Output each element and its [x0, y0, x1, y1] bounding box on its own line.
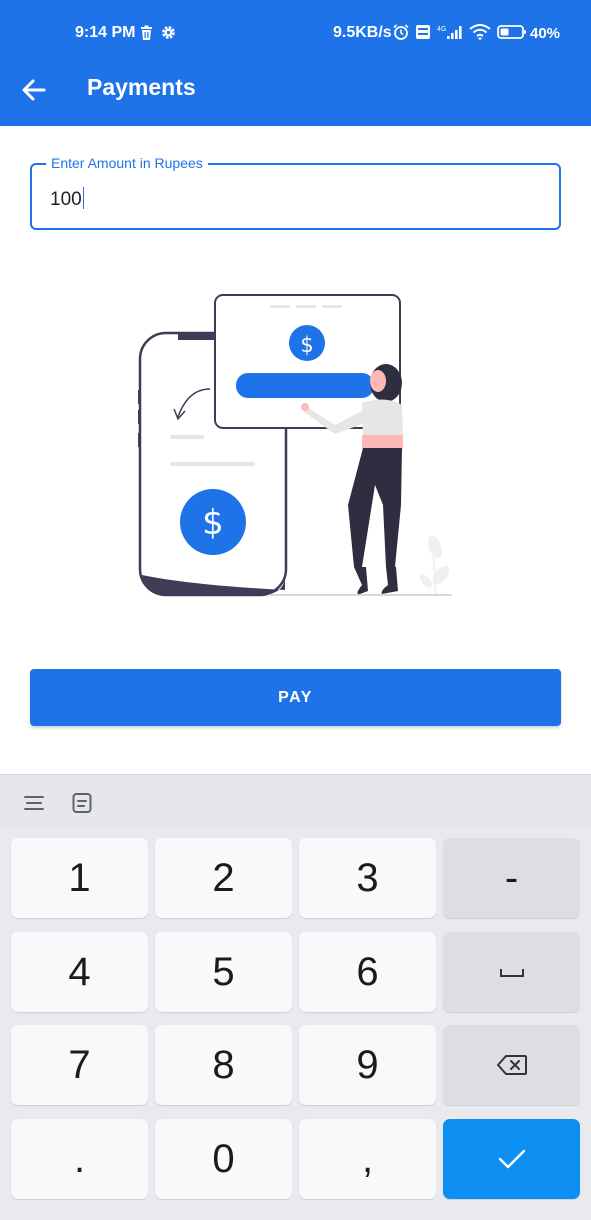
volte-icon — [416, 25, 430, 39]
clipboard-icon[interactable] — [70, 791, 94, 815]
key-0[interactable]: 0 — [155, 1119, 292, 1199]
dollar-symbol-large: $ — [202, 503, 224, 543]
pay-button[interactable]: PAY — [30, 669, 561, 726]
svg-text:4G: 4G — [437, 26, 446, 33]
key-dot[interactable]: . — [11, 1119, 148, 1199]
space-bar-icon — [499, 969, 524, 977]
key-5[interactable]: 5 — [155, 932, 292, 1012]
text-cursor — [82, 187, 85, 209]
arrow-left-icon[interactable] — [20, 76, 48, 104]
backspace-icon — [496, 1055, 527, 1075]
checkmark-icon — [498, 1149, 525, 1169]
alarm-icon — [393, 24, 409, 40]
key-comma[interactable]: , — [299, 1119, 436, 1199]
page-title: Payments — [87, 74, 196, 100]
status-time: 9:14 PM — [75, 24, 136, 41]
key-3[interactable]: 3 — [299, 838, 436, 918]
battery-percent: 40% — [530, 25, 561, 42]
key-1[interactable]: 1 — [11, 838, 148, 918]
app-header: 9:14 PM 9.5KB/s 4G 40% Payments — [0, 0, 591, 126]
menu-lines-icon[interactable] — [22, 791, 46, 815]
gear-icon — [162, 26, 175, 39]
key-backspace[interactable] — [443, 1025, 580, 1105]
key-8[interactable]: 8 — [155, 1025, 292, 1105]
signal-4g-icon: 4G — [437, 26, 462, 39]
key-2[interactable]: 2 — [155, 838, 292, 918]
key-7[interactable]: 7 — [11, 1025, 148, 1105]
plant-illustration — [420, 535, 450, 596]
key-9[interactable]: 9 — [299, 1025, 436, 1105]
payment-illustration: $ $ — [138, 294, 452, 597]
key-space[interactable] — [443, 932, 580, 1012]
keyboard-toolbar — [0, 774, 591, 829]
amount-field[interactable]: Enter Amount in Rupees 100 — [30, 155, 561, 230]
delete-icon — [141, 25, 152, 40]
key-minus[interactable]: - — [443, 838, 580, 918]
numeric-keyboard: 1 2 3 - 4 5 6 7 8 9 . 0 , — [0, 828, 591, 1220]
amount-value: 100 — [50, 189, 82, 210]
network-speed: 9.5KB/s — [333, 24, 392, 41]
key-enter[interactable] — [443, 1119, 580, 1199]
key-6[interactable]: 6 — [299, 932, 436, 1012]
wifi-icon — [469, 24, 491, 40]
battery-icon — [497, 25, 526, 39]
amount-field-label: Enter Amount in Rupees — [46, 155, 208, 171]
status-bar: 9:14 PM 9.5KB/s 4G 40% — [0, 0, 591, 66]
key-4[interactable]: 4 — [11, 932, 148, 1012]
dollar-symbol-small: $ — [300, 333, 313, 357]
amount-input[interactable]: 100 — [50, 187, 85, 211]
